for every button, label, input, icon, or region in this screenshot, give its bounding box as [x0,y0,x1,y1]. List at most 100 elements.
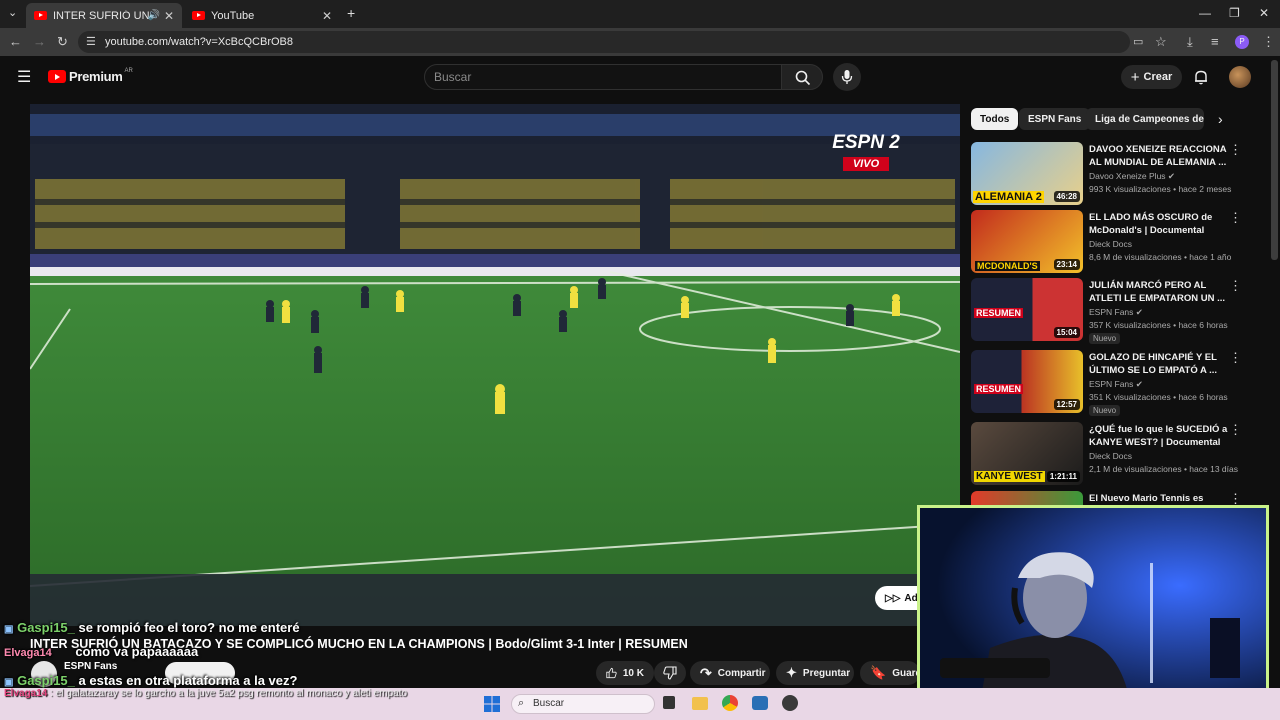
windows-start-icon[interactable] [484,696,500,712]
recommendation-channel[interactable]: Davoo Xeneize Plus ✔ [1089,171,1175,182]
like-button[interactable]: 10 K [596,661,654,685]
chat-username: Gaspi15_ [17,620,75,635]
recommendation-title[interactable]: JULIÁN MARCÓ PERO AL ATLETI LE EMPATARON… [1089,279,1229,305]
video-player[interactable]: ESPN 2 VIVO ▷▷ Add [30,104,960,626]
media-queue-icon[interactable]: ≡ [1211,34,1219,49]
hamburger-menu-icon[interactable]: ☰ [17,67,31,87]
tab-video[interactable]: INTER SUFRIÓ UN BATACA 🔊 ✕ [26,3,182,28]
notifications-bell-icon[interactable] [1193,69,1209,85]
dislike-button[interactable] [654,661,686,685]
profile-avatar[interactable]: P [1235,35,1249,49]
thumbs-up-icon [606,667,617,679]
site-info-icon[interactable]: ☰ [86,35,96,48]
ask-label: Preguntar [802,667,851,679]
recommendation-item[interactable]: KANYE WEST 1:21:11 ¿QUÉ fue lo que le SU… [971,422,1267,486]
recommendation-meta: 2,1 M de visualizaciones • hace 13 días [1089,464,1238,474]
more-options-icon[interactable]: ⋮ [1229,278,1242,294]
tab-youtube[interactable]: YouTube ✕ [184,3,340,28]
more-options-icon[interactable]: ⋮ [1229,422,1242,438]
chip-champions-league[interactable]: Liga de Campeones de la UEFA [1086,108,1204,130]
bookmark-star-icon[interactable]: ☆ [1155,34,1167,50]
more-options-icon[interactable]: ⋮ [1229,210,1242,226]
video-thumbnail[interactable]: RESUMEN 15:04 [971,278,1083,341]
voice-search-button[interactable] [833,63,861,91]
ask-button[interactable]: ✦ Preguntar [776,661,854,685]
back-icon[interactable]: ← [9,34,22,49]
chip-espn-fans[interactable]: ESPN Fans [1019,108,1091,130]
webcam-feed [920,508,1266,702]
account-avatar[interactable] [1229,66,1251,88]
save-button[interactable]: 🔖 Guardar [860,661,920,685]
recommendation-item[interactable]: ALEMANIA 2 46:28 DAVOO XENEIZE REACCIONA… [971,142,1267,206]
search-placeholder: Buscar [434,70,472,84]
minimize-icon[interactable]: — [1199,6,1211,20]
more-options-icon[interactable]: ⋮ [1229,142,1242,158]
recommendation-channel[interactable]: Dieck Docs [1089,451,1132,461]
maximize-icon[interactable]: ❐ [1229,6,1240,20]
recommendation-title[interactable]: GOLAZO DE HINCAPIÉ Y EL ÚLTIMO SE LO EMP… [1089,351,1229,377]
tab-search-icon[interactable]: ⌄ [8,6,17,19]
video-thumbnail[interactable]: KANYE WEST 1:21:11 [971,422,1083,485]
url-text[interactable]: youtube.com/watch?v=XcBcQCBrOB8 [105,36,293,48]
like-count: 10 K [622,667,644,679]
chrome-icon[interactable] [722,695,738,711]
menu-dots-icon[interactable]: ⋮ [1262,34,1275,50]
video-duration: 12:57 [1053,399,1080,410]
recommendation-channel[interactable]: Dieck Docs [1089,239,1132,249]
chat-username: Elvaga14 [4,688,48,699]
recommendation-channel[interactable]: ESPN Fans ✔ [1089,379,1143,390]
download-icon[interactable]: ⤓ [1187,34,1193,50]
video-thumbnail[interactable]: MCDONALD'S 23:14 [971,210,1083,273]
obs-icon[interactable] [782,695,798,711]
youtube-logo[interactable]: Premium AR [48,68,133,84]
close-icon[interactable]: ✕ [164,9,174,23]
recommendation-title[interactable]: El Nuevo Mario Tennis es [1089,492,1229,505]
task-view-icon[interactable] [663,696,675,709]
file-explorer-icon[interactable] [692,697,708,710]
create-button[interactable]: + Crear [1121,65,1182,89]
new-badge: Nuevo [1089,333,1121,344]
close-window-icon[interactable]: ✕ [1259,6,1269,20]
search-input[interactable] [424,64,782,90]
chat-username: Elvaga14 [4,647,52,659]
recommendation-item[interactable]: MCDONALD'S 23:14 EL LADO MÁS OSCURO de M… [971,210,1267,274]
recommendation-item[interactable]: RESUMEN 15:04 JULIÁN MARCÓ PERO AL ATLET… [971,278,1267,344]
forward-icon[interactable]: → [33,34,46,49]
page-scrollbar[interactable] [1271,60,1278,260]
cast-icon[interactable]: ▭ [1133,35,1143,48]
recommendation-item[interactable]: RESUMEN 12:57 GOLAZO DE HINCAPIÉ Y EL ÚL… [971,350,1267,416]
chevron-right-icon[interactable]: › [1218,111,1223,127]
logo-text: Premium [69,69,123,84]
chip-todos[interactable]: Todos [971,108,1019,130]
live-badge: VIVO [842,157,890,171]
video-duration: 15:04 [1053,327,1080,338]
microphone-icon [841,70,853,84]
recommendation-channel[interactable]: ESPN Fans ✔ [1089,307,1143,318]
recommendation-title[interactable]: ¿QUÉ fue lo que le SUCEDIÓ a KANYE WEST?… [1089,423,1229,449]
recommendation-item[interactable]: El Nuevo Mario Tennis es ⋮ [971,491,1267,505]
new-tab-icon[interactable]: + [347,5,355,21]
taskbar-search-placeholder: Buscar [533,698,565,709]
more-options-icon[interactable]: ⋮ [1229,491,1242,505]
video-thumbnail[interactable]: ALEMANIA 2 46:28 [971,142,1083,205]
share-button[interactable]: ↷ Compartir [690,661,770,685]
recommendation-title[interactable]: EL LADO MÁS OSCURO de McDonald's | Docum… [1089,211,1229,237]
recommendation-meta: 357 K visualizaciones • hace 6 horas [1089,320,1228,330]
chip-label: ESPN Fans [1028,113,1082,125]
video-thumbnail[interactable] [971,491,1083,505]
tab-title: INTER SUFRIÓ UN BATACA [53,9,153,22]
webcam-overlay [917,505,1269,705]
close-icon[interactable]: ✕ [322,9,332,23]
channel-name[interactable]: ESPN Fans [64,661,117,672]
video-thumbnail[interactable]: RESUMEN 12:57 [971,350,1083,413]
recommendation-title[interactable]: DAVOO XENEIZE REACCIONA AL MUNDIAL DE AL… [1089,143,1229,169]
save-label: Guardar [892,667,920,679]
recommendation-meta: 8,6 M de visualizaciones • hace 1 año [1089,252,1232,262]
reload-icon[interactable]: ↻ [57,34,68,50]
youtube-favicon-icon [192,11,205,20]
youtube-logo-icon [48,70,66,83]
search-button[interactable] [781,64,823,90]
more-options-icon[interactable]: ⋮ [1229,350,1242,366]
share-icon: ↷ [700,664,712,681]
app-icon[interactable] [752,696,768,710]
